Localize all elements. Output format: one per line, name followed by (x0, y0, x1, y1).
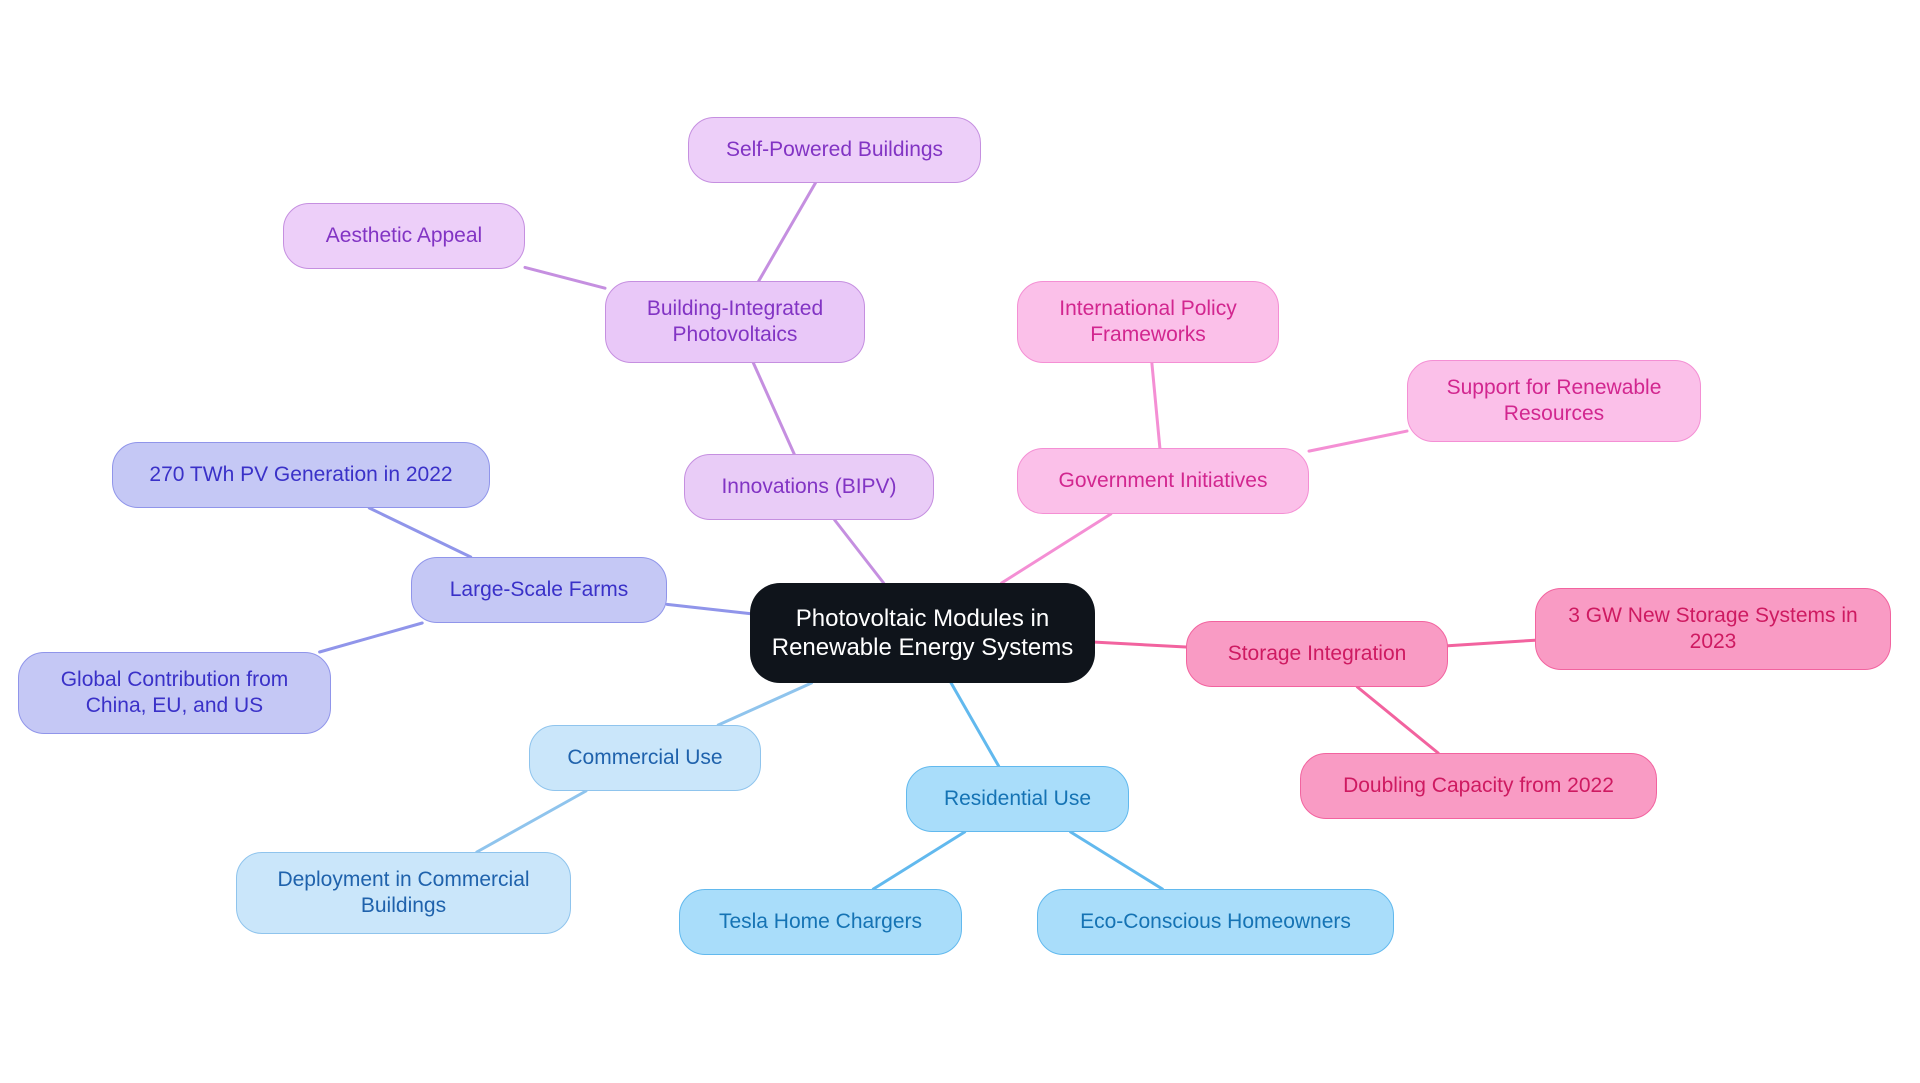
mindmap-node-label: Innovations (BIPV) (721, 475, 897, 499)
mindmap-canvas: Photovoltaic Modules in Renewable Energy… (0, 0, 1920, 1083)
mindmap-edge-storage-integration-to-3-gw-new-storage-systems-in-2023 (1446, 638, 1537, 648)
mindmap-node-doubling-capacity-from-2022[interactable]: Doubling Capacity from 2022 (1300, 753, 1657, 819)
mindmap-node-label: Large-Scale Farms (449, 578, 629, 602)
mindmap-node-eco-conscious-homeowners[interactable]: Eco-Conscious Homeowners (1037, 889, 1394, 955)
mindmap-node-label: Building-Integrated Photovoltaics (646, 297, 824, 346)
mindmap-edge-root-to-innovations-bipv (833, 518, 886, 585)
mindmap-edge-large-scale-farms-to-global-contribution-from-china-eu-and-us (318, 621, 424, 654)
mindmap-node-large-scale-farms[interactable]: Large-Scale Farms (411, 557, 667, 623)
mindmap-edge-root-to-large-scale-farms (665, 602, 752, 616)
mindmap-node-building-integrated-photovoltaics[interactable]: Building-Integrated Photovoltaics (605, 281, 865, 363)
mindmap-edge-root-to-residential-use (949, 681, 1001, 768)
mindmap-node-3-gw-new-storage-systems-in-2023[interactable]: 3 GW New Storage Systems in 2023 (1535, 588, 1891, 670)
mindmap-node-commercial-use[interactable]: Commercial Use (529, 725, 761, 791)
mindmap-node-innovations-bipv[interactable]: Innovations (BIPV) (684, 454, 934, 520)
mindmap-edge-root-to-commercial-use (716, 681, 813, 727)
mindmap-node-label: Tesla Home Chargers (718, 910, 923, 934)
mindmap-edge-residential-use-to-eco-conscious-homeowners (1069, 830, 1164, 891)
mindmap-node-label: Self-Powered Buildings (725, 138, 944, 162)
mindmap-node-label: Doubling Capacity from 2022 (1343, 774, 1614, 798)
mindmap-edge-government-initiatives-to-support-for-renewable-resources (1307, 429, 1409, 453)
mindmap-node-root[interactable]: Photovoltaic Modules in Renewable Energy… (750, 583, 1095, 683)
mindmap-node-label: Support for Renewable Resources (1446, 376, 1662, 425)
mindmap-node-residential-use[interactable]: Residential Use (906, 766, 1129, 832)
mindmap-edge-innovations-bipv-to-building-integrated-photovoltaics (751, 361, 796, 456)
mindmap-node-government-initiatives[interactable]: Government Initiatives (1017, 448, 1309, 514)
mindmap-edge-root-to-storage-integration (1093, 640, 1188, 649)
mindmap-node-support-for-renewable-resources[interactable]: Support for Renewable Resources (1407, 360, 1701, 442)
mindmap-node-label: Storage Integration (1227, 642, 1407, 666)
mindmap-node-aesthetic-appeal[interactable]: Aesthetic Appeal (283, 203, 525, 269)
mindmap-edge-building-integrated-photovoltaics-to-aesthetic-appeal (523, 265, 607, 290)
mindmap-node-label: 3 GW New Storage Systems in 2023 (1568, 604, 1858, 653)
mindmap-node-label: Global Contribution from China, EU, and … (60, 668, 289, 717)
mindmap-edge-storage-integration-to-doubling-capacity-from-2022 (1355, 685, 1440, 755)
mindmap-edge-building-integrated-photovoltaics-to-self-powered-buildings (757, 181, 817, 283)
mindmap-node-storage-integration[interactable]: Storage Integration (1186, 621, 1448, 687)
mindmap-edge-root-to-government-initiatives (1000, 512, 1113, 585)
mindmap-node-label: Deployment in Commercial Buildings (277, 868, 530, 917)
mindmap-node-deployment-in-commercial-buildings[interactable]: Deployment in Commercial Buildings (236, 852, 571, 934)
mindmap-edge-government-initiatives-to-international-policy-frameworks (1150, 361, 1162, 450)
mindmap-node-label: Aesthetic Appeal (325, 224, 483, 248)
mindmap-node-international-policy-frameworks[interactable]: International Policy Frameworks (1017, 281, 1279, 363)
mindmap-edge-large-scale-farms-to-270-twh-pv-generation-in-2022 (367, 506, 473, 559)
mindmap-node-label: Eco-Conscious Homeowners (1080, 910, 1351, 934)
mindmap-node-tesla-home-chargers[interactable]: Tesla Home Chargers (679, 889, 962, 955)
mindmap-node-label: Residential Use (943, 787, 1092, 811)
mindmap-node-global-contribution-from-china-eu-and-us[interactable]: Global Contribution from China, EU, and … (18, 652, 331, 734)
mindmap-node-label: Commercial Use (567, 746, 723, 770)
mindmap-node-label: Government Initiatives (1058, 469, 1268, 493)
mindmap-edge-commercial-use-to-deployment-in-commercial-buildings (475, 789, 588, 854)
mindmap-node-self-powered-buildings[interactable]: Self-Powered Buildings (688, 117, 981, 183)
mindmap-node-label: 270 TWh PV Generation in 2022 (149, 463, 453, 487)
mindmap-edge-residential-use-to-tesla-home-chargers (871, 830, 967, 891)
mindmap-node-label: International Policy Frameworks (1059, 297, 1237, 346)
mindmap-node-label: Photovoltaic Modules in Renewable Energy… (771, 604, 1074, 661)
mindmap-node-270-twh-pv-generation-in-2022[interactable]: 270 TWh PV Generation in 2022 (112, 442, 490, 508)
